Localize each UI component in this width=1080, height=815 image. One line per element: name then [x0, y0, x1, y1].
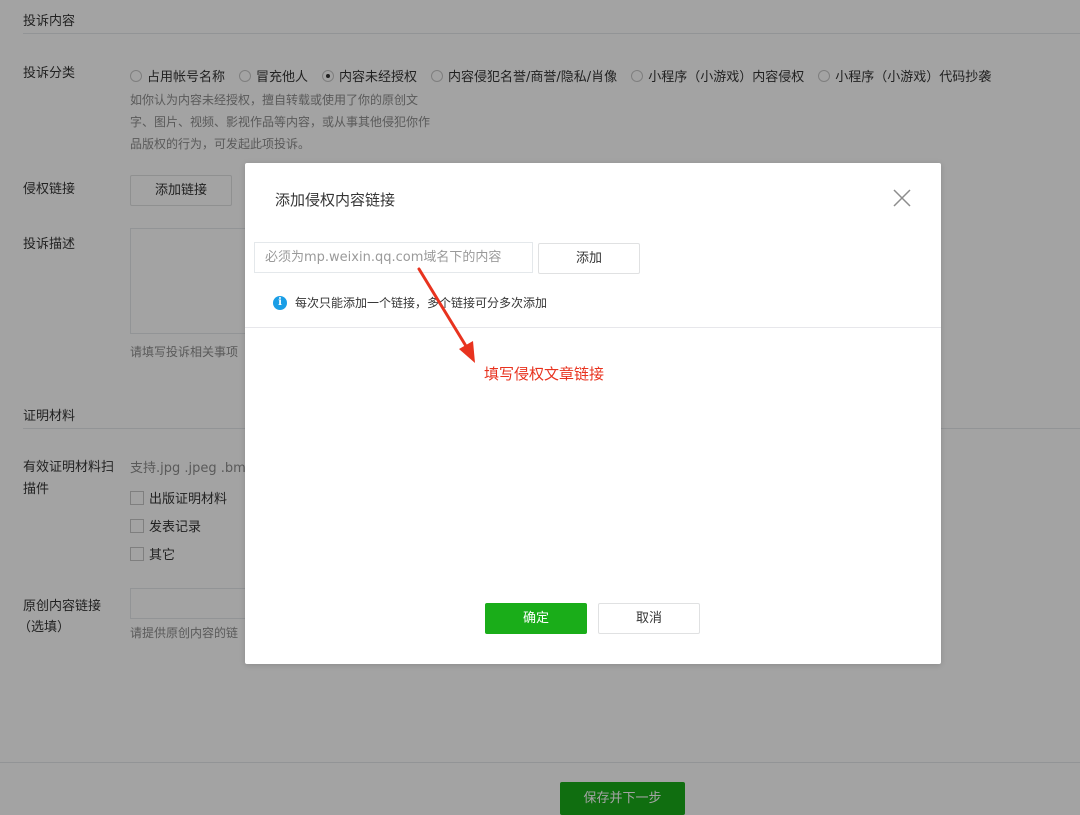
link-input[interactable]: 必须为mp.weixin.qq.com域名下的内容 — [254, 242, 533, 273]
cancel-button[interactable]: 取消 — [598, 603, 700, 634]
annotation-text: 填写侵权文章链接 — [484, 365, 605, 383]
dialog-divider — [245, 327, 941, 328]
arrow-annotation-icon — [417, 267, 475, 363]
dialog-title: 添加侵权内容链接 — [275, 191, 396, 209]
add-link-dialog: 添加侵权内容链接 必须为mp.weixin.qq.com域名下的内容 添加 i … — [245, 163, 941, 664]
info-icon: i — [273, 295, 287, 310]
confirm-button[interactable]: 确定 — [485, 603, 587, 634]
dialog-add-button[interactable]: 添加 — [538, 243, 640, 274]
close-icon[interactable] — [891, 187, 913, 209]
